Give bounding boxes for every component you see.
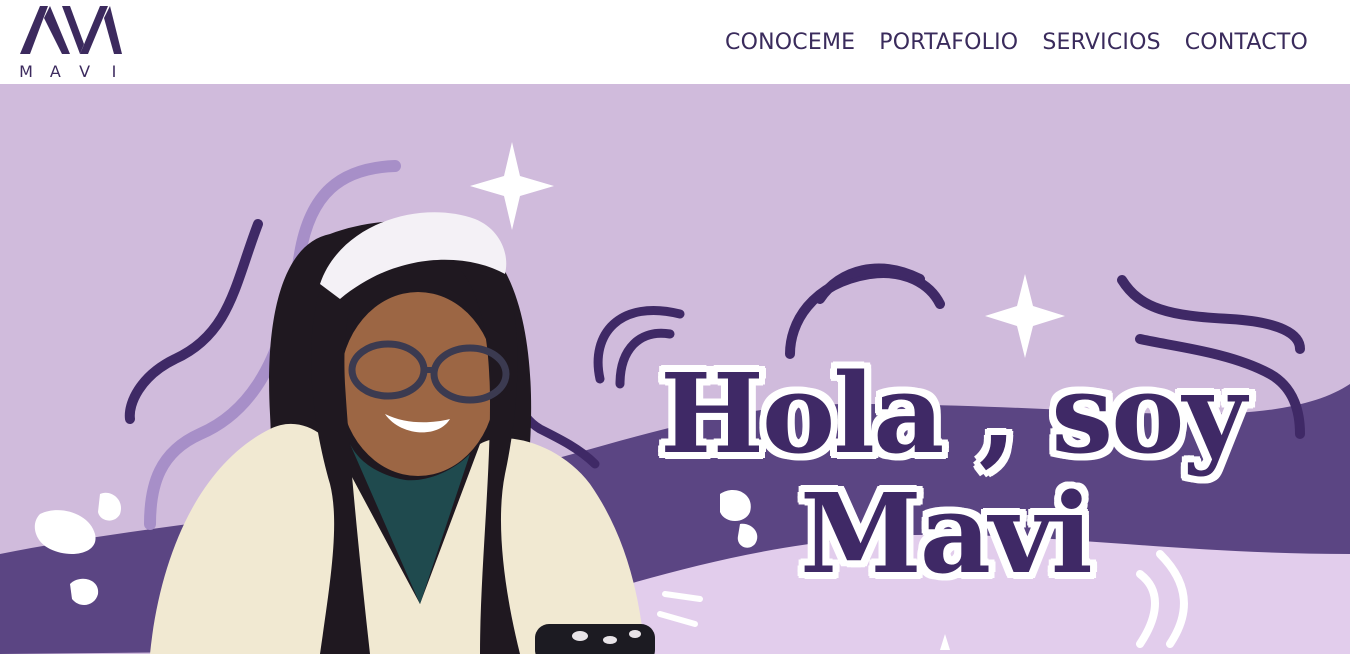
hero-banner: Hola , soy Mavi: [0, 84, 1350, 654]
splash-icon: [70, 578, 99, 606]
nav-link-servicios[interactable]: SERVICIOS: [1042, 28, 1160, 58]
site-header: M A V I CONOCEME PORTAFOLIO SERVICIOS CO…: [0, 0, 1350, 84]
logo-wordmark: M A V I: [18, 64, 122, 80]
logo-mark-icon: [20, 6, 122, 54]
nav-link-contacto[interactable]: CONTACTO: [1185, 28, 1308, 58]
logo-letter: A: [49, 62, 61, 81]
page: M A V I CONOCEME PORTAFOLIO SERVICIOS CO…: [0, 0, 1350, 654]
hero-illustration: [0, 84, 1350, 654]
logo-letter: I: [111, 62, 117, 81]
nav-link-portafolio[interactable]: PORTAFOLIO: [879, 28, 1018, 58]
logo-letter: M: [19, 62, 33, 81]
main-nav: CONOCEME PORTAFOLIO SERVICIOS CONTACTO: [725, 28, 1308, 58]
logo-letter: V: [79, 62, 91, 81]
nav-link-conoceme[interactable]: CONOCEME: [725, 28, 855, 58]
logo-link[interactable]: M A V I: [18, 4, 122, 80]
